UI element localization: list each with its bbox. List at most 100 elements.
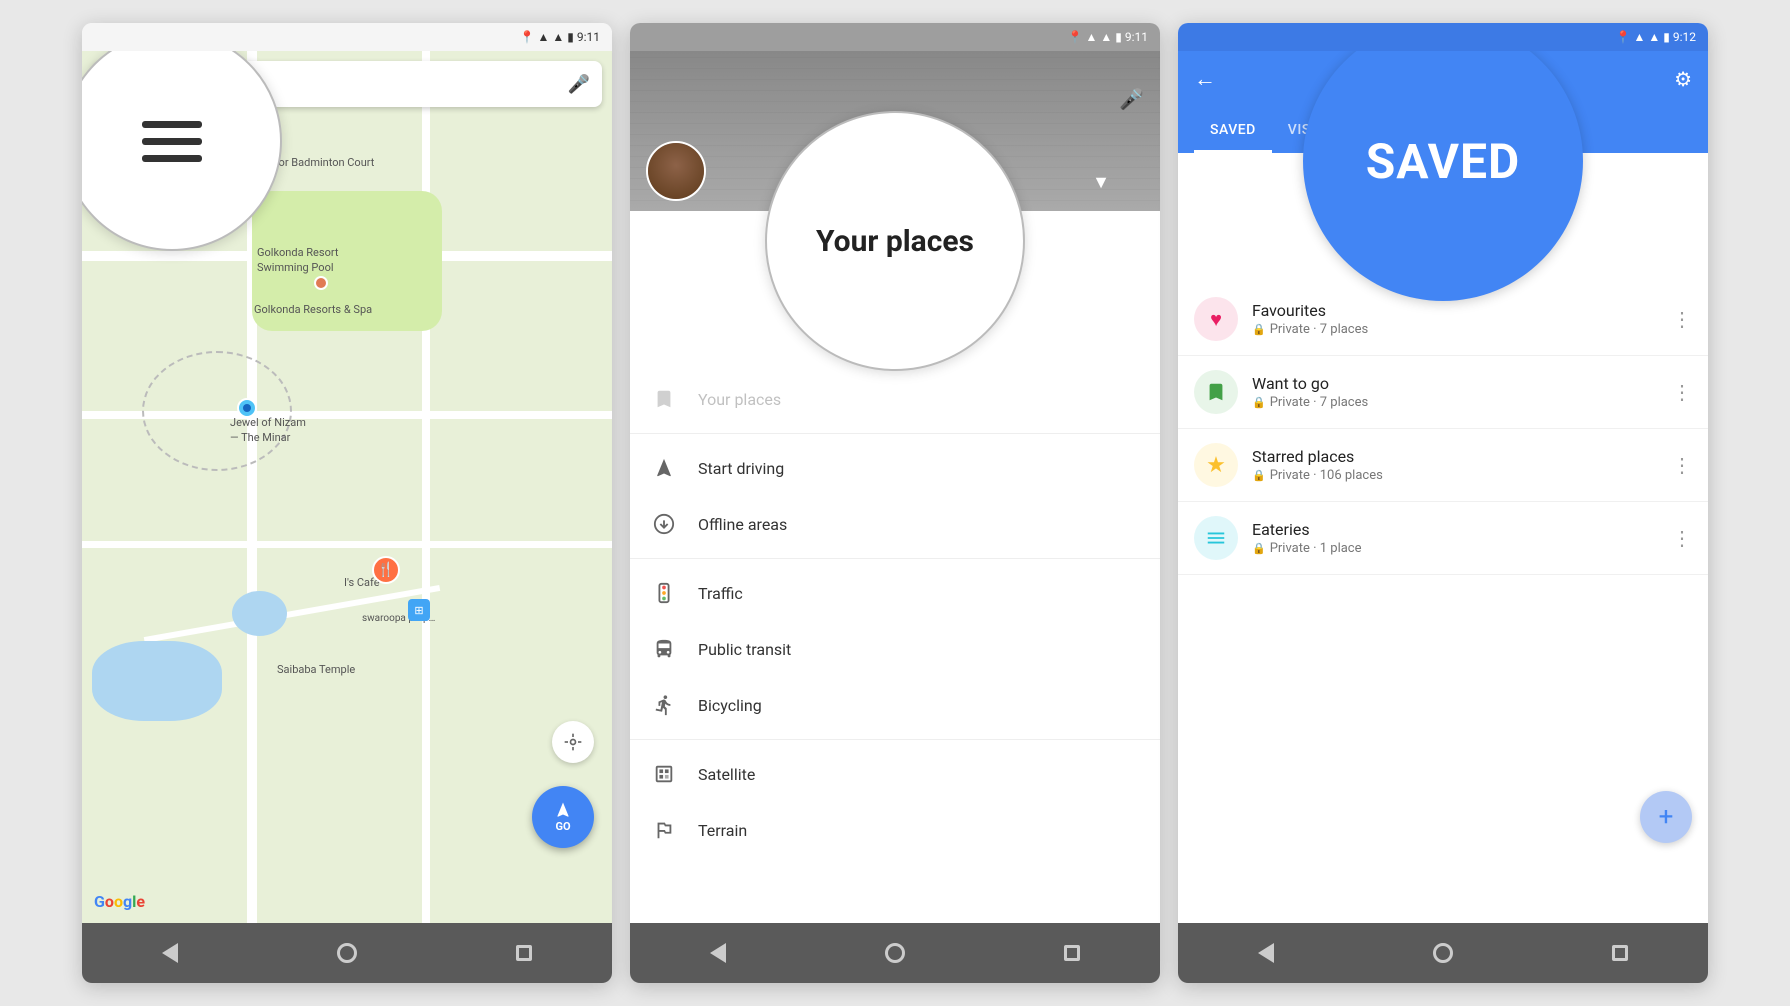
- status-bar-menu: 📍 ▲ ▲ ▮ 9:11: [630, 23, 1160, 51]
- saved-content: ← ⚙ SAVED VISITED MA… SAVED ♥: [1178, 51, 1708, 923]
- signal-icon: ▲: [552, 30, 564, 44]
- map-label-temple: Saibaba Temple: [277, 663, 355, 676]
- eateries-sub: 🔒 Private · 1 place: [1252, 541, 1672, 556]
- eateries-info: Eateries 🔒 Private · 1 place: [1252, 520, 1672, 556]
- back-button-map[interactable]: [150, 933, 190, 973]
- location-status-icon-saved: 📍: [1616, 30, 1631, 44]
- status-bar-saved: 📍 ▲ ▲ ▮ 9:12: [1178, 23, 1708, 51]
- signal-icon-menu: ▲: [1100, 30, 1112, 44]
- hamburger-line-3: [142, 155, 202, 162]
- starred-icon-circle: ★: [1194, 443, 1238, 487]
- recent-button-map[interactable]: [504, 933, 544, 973]
- star-icon: ★: [1206, 453, 1226, 478]
- menu-item-terrain[interactable]: Terrain: [630, 802, 1160, 858]
- back-button-saved-nav[interactable]: [1246, 933, 1286, 973]
- menu-label-transit: Public transit: [698, 640, 791, 659]
- eateries-icon-circle: [1194, 516, 1238, 560]
- starred-info: Starred places 🔒 Private · 106 places: [1252, 447, 1672, 483]
- menu-item-traffic[interactable]: Traffic: [630, 565, 1160, 621]
- satellite-icon: [650, 760, 678, 788]
- battery-icon-saved: ▮: [1663, 30, 1670, 44]
- list-icon-eateries: [1205, 527, 1227, 549]
- list-item-want-to-go[interactable]: Want to go 🔒 Private · 7 places ⋮: [1178, 356, 1708, 429]
- more-button-starred[interactable]: ⋮: [1672, 453, 1692, 477]
- road-h3: [82, 541, 612, 548]
- recent-icon-saved: [1612, 945, 1628, 961]
- water-body-2: [232, 591, 287, 636]
- map-label-pool: Swimming Pool: [257, 261, 334, 274]
- lock-icon-eateries: 🔒: [1252, 542, 1266, 555]
- tab-saved[interactable]: SAVED: [1194, 122, 1272, 153]
- favourites-info: Favourites 🔒 Private · 7 places: [1252, 301, 1672, 337]
- home-icon-menu: [885, 943, 905, 963]
- mic-icon[interactable]: 🎤: [568, 74, 590, 95]
- your-places-text: Your places: [816, 224, 974, 259]
- wifi-icon: ▲: [537, 30, 549, 44]
- want-to-go-title: Want to go: [1252, 374, 1672, 393]
- battery-icon-menu: ▮: [1115, 30, 1122, 44]
- avatar-face: [648, 143, 704, 199]
- back-icon-saved: [1258, 943, 1274, 963]
- screen-menu: 📍 ▲ ▲ ▮ 9:11 🎤 ▼ Your places: [630, 23, 1160, 983]
- road-v2: [422, 51, 430, 923]
- home-button-menu[interactable]: [875, 933, 915, 973]
- add-fab-button[interactable]: +: [1640, 791, 1692, 843]
- home-icon-map: [337, 943, 357, 963]
- map-label-resort1: Golkonda Resort: [257, 246, 338, 259]
- bookmark-want-icon: [1205, 381, 1227, 403]
- more-button-eateries[interactable]: ⋮: [1672, 526, 1692, 550]
- home-icon-saved: [1433, 943, 1453, 963]
- pin-inner: [243, 404, 251, 412]
- location-button[interactable]: [552, 721, 594, 763]
- map-content: Indoor Badminton Court Golkonda Resort S…: [82, 51, 612, 923]
- starred-sub: 🔒 Private · 106 places: [1252, 468, 1672, 483]
- recent-button-menu[interactable]: [1052, 933, 1092, 973]
- home-button-map[interactable]: [327, 933, 367, 973]
- bookmark-icon: [650, 385, 678, 413]
- list-item-eateries[interactable]: Eateries 🔒 Private · 1 place ⋮: [1178, 502, 1708, 575]
- menu-content: 🎤 ▼ Your places Your places St: [630, 51, 1160, 923]
- your-places-circle: Your places: [765, 111, 1025, 371]
- menu-item-bicycling[interactable]: Bicycling: [630, 677, 1160, 733]
- menu-label-satellite: Satellite: [698, 765, 755, 784]
- time-map: 9:11: [577, 30, 600, 44]
- menu-item-offline[interactable]: Offline areas: [630, 496, 1160, 552]
- menu-item-your-places[interactable]: Your places: [630, 371, 1160, 427]
- more-button-wtg[interactable]: ⋮: [1672, 380, 1692, 404]
- bicycle-icon: [650, 691, 678, 719]
- recent-button-saved[interactable]: [1600, 933, 1640, 973]
- location-status-icon: 📍: [520, 30, 535, 44]
- dropdown-arrow[interactable]: ▼: [1092, 172, 1110, 193]
- favourites-icon-circle: ♥: [1194, 297, 1238, 341]
- menu-item-transit[interactable]: Public transit: [630, 621, 1160, 677]
- menu-item-start-driving[interactable]: Start driving: [630, 440, 1160, 496]
- back-icon-map: [162, 943, 178, 963]
- back-button-menu[interactable]: [698, 933, 738, 973]
- saved-circle-text: SAVED: [1366, 133, 1520, 190]
- eateries-title: Eateries: [1252, 520, 1672, 539]
- more-button-fav[interactable]: ⋮: [1672, 307, 1692, 331]
- go-fab-button[interactable]: GO: [532, 786, 594, 848]
- list-item-starred[interactable]: ★ Starred places 🔒 Private · 106 places …: [1178, 429, 1708, 502]
- battery-icon: ▮: [567, 30, 574, 44]
- place-pin-jewel: [237, 398, 257, 418]
- mic-icon-menu[interactable]: 🎤: [1119, 87, 1144, 111]
- transit-icon: [650, 635, 678, 663]
- home-button-saved[interactable]: [1423, 933, 1463, 973]
- time-menu: 9:11: [1125, 30, 1148, 44]
- bottom-nav-menu: [630, 923, 1160, 983]
- status-bar-map: 📍 ▲ ▲ ▮ 9:11: [82, 23, 612, 51]
- google-logo: Google: [94, 892, 145, 911]
- status-icons-menu: 📍 ▲ ▲ ▮ 9:11: [1068, 30, 1148, 44]
- recent-icon-menu: [1064, 945, 1080, 961]
- back-icon-menu: [710, 943, 726, 963]
- settings-button-saved[interactable]: ⚙: [1674, 67, 1692, 91]
- heart-icon: ♥: [1210, 307, 1222, 332]
- separator-1: [630, 433, 1160, 434]
- recent-icon-map: [516, 945, 532, 961]
- hamburger-line-1: [142, 121, 202, 128]
- back-button-saved[interactable]: ←: [1194, 66, 1216, 92]
- menu-item-satellite[interactable]: Satellite: [630, 746, 1160, 802]
- map-label-jewel: Jewel of Nizam: [230, 416, 306, 429]
- signal-icon-saved: ▲: [1648, 30, 1660, 44]
